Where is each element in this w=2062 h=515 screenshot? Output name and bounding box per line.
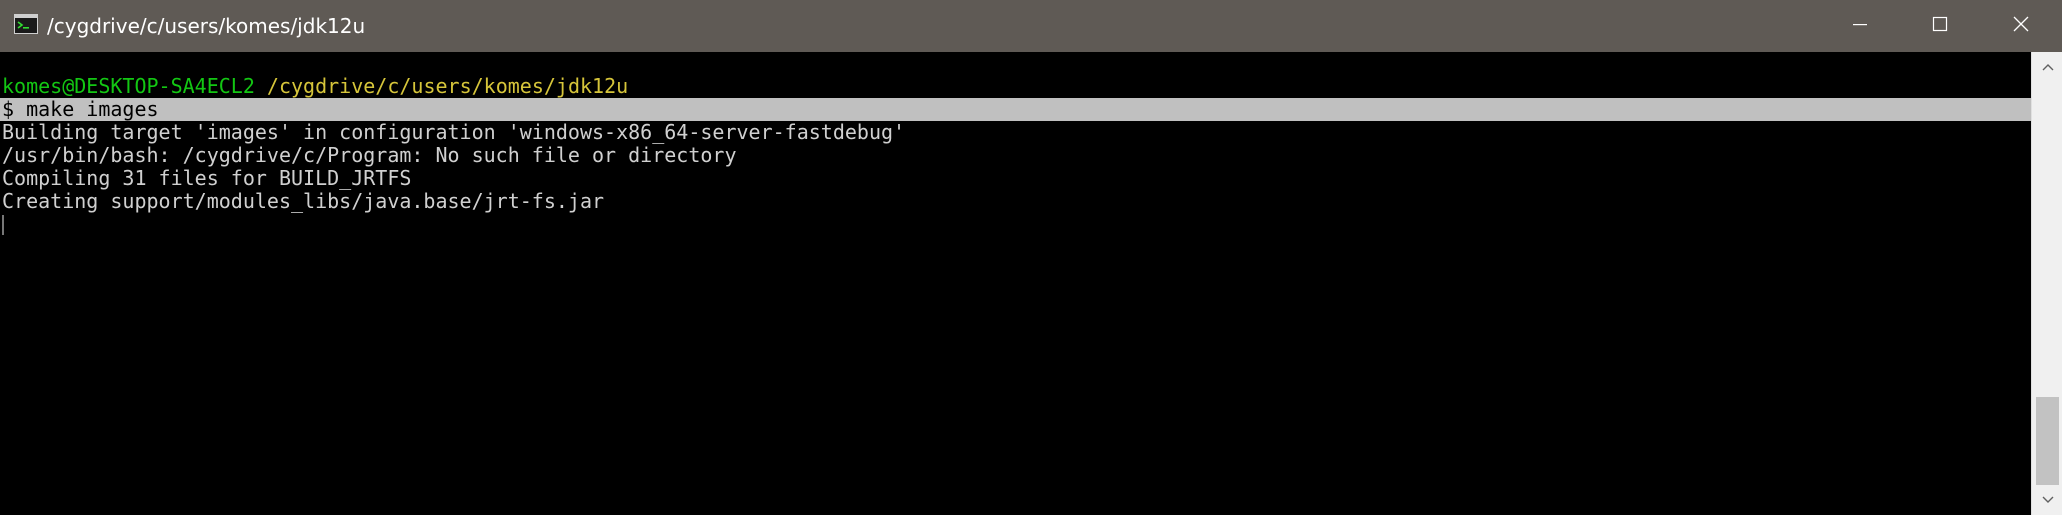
- maximize-button[interactable]: [1900, 0, 1980, 52]
- title-bar[interactable]: /cygdrive/c/users/komes/jdk12u: [0, 0, 2062, 52]
- scrollbar-thumb[interactable]: [2036, 397, 2059, 485]
- command-line: $ make images: [2, 97, 159, 121]
- text-cursor: [2, 215, 4, 235]
- minimize-button[interactable]: [1820, 0, 1900, 52]
- output-line: Creating support/modules_libs/java.base/…: [2, 189, 605, 213]
- close-button[interactable]: [1980, 0, 2062, 52]
- output-line: Building target 'images' in configuratio…: [2, 120, 906, 144]
- scroll-down-button[interactable]: [2032, 485, 2062, 515]
- terminal-window: /cygdrive/c/users/komes/jdk12u komes@DES…: [0, 0, 2062, 515]
- chevron-down-icon: [2042, 491, 2054, 509]
- window-title: /cygdrive/c/users/komes/jdk12u: [47, 14, 366, 38]
- close-icon: [2013, 16, 2029, 36]
- highlighted-command-row: [0, 98, 2031, 121]
- output-line: Compiling 31 files for BUILD_JRTFS: [2, 166, 412, 190]
- maximize-icon: [1932, 16, 1948, 36]
- output-line: /usr/bin/bash: /cygdrive/c/Program: No s…: [2, 143, 737, 167]
- vertical-scrollbar[interactable]: [2031, 52, 2062, 515]
- scroll-up-button[interactable]: [2032, 52, 2062, 82]
- prompt-path: /cygdrive/c/users/komes/jdk12u: [266, 74, 629, 98]
- minimize-icon: [1852, 16, 1868, 36]
- prompt-user: komes@DESKTOP-SA4ECL2: [2, 74, 255, 98]
- prompt-line: komes@DESKTOP-SA4ECL2 /cygdrive/c/users/…: [2, 75, 628, 98]
- chevron-up-icon: [2042, 58, 2054, 76]
- terminal-icon[interactable]: [14, 14, 38, 34]
- terminal-output-area[interactable]: komes@DESKTOP-SA4ECL2 /cygdrive/c/users/…: [0, 52, 2031, 515]
